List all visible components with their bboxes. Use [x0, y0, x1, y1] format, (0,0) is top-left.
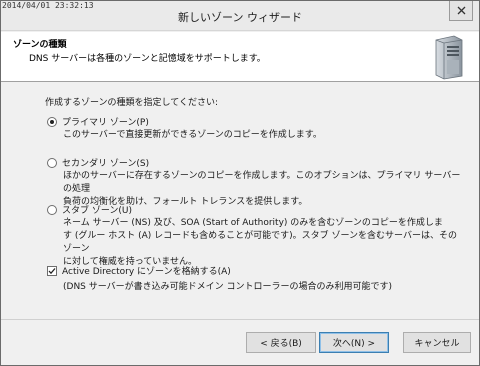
- store-in-ad-note: (DNS サーバーが書き込み可能ドメイン コントローラーの場合のみ利用可能です): [63, 282, 393, 292]
- stub-zone-radio[interactable]: スタブ ゾーン(U): [47, 203, 132, 216]
- primary-zone-radio[interactable]: プライマリ ゾーン(P): [47, 115, 149, 128]
- description-line: ネーム サーバー (NS) 及び、SOA (Start of Authority…: [63, 218, 443, 228]
- description-line: このサーバーで直接更新ができるゾーンのコピーを作成します。: [63, 130, 322, 140]
- store-in-ad-checkbox[interactable]: Active Directory にゾーンを格納する(A): [47, 264, 231, 277]
- primary-zone-description: このサーバーで直接更新ができるゾーンのコピーを作成します。: [63, 129, 463, 142]
- close-button[interactable]: [449, 1, 473, 21]
- window-title: 新しいゾーン ウィザード: [178, 11, 302, 24]
- next-button[interactable]: 次へ(N) >: [319, 332, 389, 353]
- cancel-button[interactable]: キャンセル: [403, 332, 471, 353]
- wizard-window: 2014/04/01 23:32:13 新しいゾーン ウィザード ゾーンの種類 …: [0, 0, 480, 366]
- checkbox[interactable]: [47, 265, 57, 276]
- title-bar[interactable]: 2014/04/01 23:32:13 新しいゾーン ウィザード: [1, 1, 479, 31]
- wizard-body: 作成するゾーンの種類を指定してください: プライマリ ゾーン(P) このサーバー…: [1, 83, 479, 318]
- description-line: ほかのサーバーに存在するゾーンのコピーを作成します。このオプションは、プライマリ…: [63, 171, 461, 194]
- wizard-header: ゾーンの種類 DNS サーバーは各種のゾーンと記憶域をサポートします。: [1, 32, 479, 82]
- stub-zone-description: ネーム サーバー (NS) 及び、SOA (Start of Authority…: [63, 217, 463, 269]
- secondary-zone-radio[interactable]: セカンダリ ゾーン(S): [47, 156, 149, 169]
- server-icon: [435, 35, 463, 80]
- back-button[interactable]: < 戻る(B): [246, 332, 316, 353]
- radio-button[interactable]: [47, 157, 57, 168]
- header-title: ゾーンの種類: [13, 40, 67, 50]
- primary-zone-label: プライマリ ゾーン(P): [62, 118, 149, 128]
- secondary-zone-label: セカンダリ ゾーン(S): [62, 159, 150, 169]
- radio-button[interactable]: [47, 116, 57, 127]
- close-icon: [457, 6, 465, 15]
- stub-zone-label: スタブ ゾーン(U): [62, 206, 133, 216]
- description-line: す (グルー ホスト (A) レコードも含めることが可能です)。スタブ ゾーンを…: [63, 231, 457, 254]
- checkmark-icon: [48, 267, 56, 274]
- header-subtitle: DNS サーバーは各種のゾーンと記憶域をサポートします。: [29, 54, 266, 64]
- radio-button[interactable]: [47, 204, 57, 215]
- store-in-ad-label: Active Directory にゾーンを格納する(A): [62, 267, 231, 277]
- wizard-footer: < 戻る(B) 次へ(N) > キャンセル: [1, 319, 479, 365]
- zone-type-prompt: 作成するゾーンの種類を指定してください:: [45, 98, 219, 108]
